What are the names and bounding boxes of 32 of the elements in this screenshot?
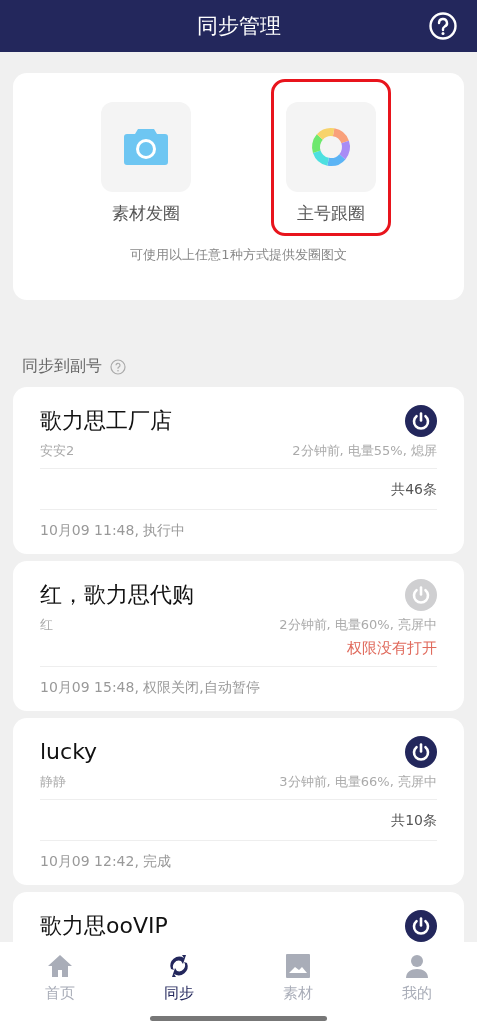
warning-text: 权限没有打开 — [347, 638, 437, 659]
aperture-icon — [310, 126, 353, 168]
section-title: 同步到副号 — [22, 356, 102, 377]
source-option[interactable]: 素材发圈 — [85, 79, 206, 236]
account-card[interactable]: 红，歌力思代购 红 2分钟前, 电量60%, 亮屏中 权限没有打开 10月09 15:48, 权限关闭,自动暂停 — [13, 561, 464, 711]
account-card[interactable]: 歌力思ooVIP — [13, 892, 464, 942]
hint-text: 可使用以上任意1种方式提供发圈图文 — [130, 246, 347, 264]
item-count: 共10条 — [391, 811, 437, 830]
owner-name: 静静 — [40, 773, 66, 791]
owner-name: 红 — [40, 616, 53, 634]
log-text: 10月09 11:48, 执行中 — [40, 521, 187, 540]
image-icon — [284, 952, 313, 980]
device-status: 2分钟前, 电量55%, 熄屏 — [292, 442, 437, 460]
log-text: 10月09 15:48, 权限关闭,自动暂停 — [40, 678, 261, 697]
item-count: 共46条 — [391, 480, 437, 499]
nav-tab[interactable]: 同步 — [119, 942, 239, 1012]
power-button[interactable] — [405, 910, 437, 942]
account-card[interactable]: 歌力思工厂店 安安2 2分钟前, 电量55%, 熄屏 共46条 10月09 11:48, 执行中 — [13, 387, 464, 554]
account-name: 歌力思工厂店 — [40, 407, 172, 435]
account-card[interactable]: lucky 静静 3分钟前, 电量66%, 亮屏中 共10条 10月09 12:42, 完成 — [13, 718, 464, 885]
log-text: 10月09 12:42, 完成 — [40, 852, 173, 871]
page-title: 同步管理 — [196, 13, 281, 40]
source-option[interactable]: 主号跟圈 — [271, 79, 392, 236]
owner-name: 安安2 — [40, 442, 75, 460]
device-status: 3分钟前, 电量66%, 亮屏中 — [279, 773, 437, 791]
device-status: 2分钟前, 电量60%, 亮屏中 — [279, 616, 437, 634]
account-name: lucky — [40, 738, 98, 766]
power-button[interactable] — [405, 736, 437, 768]
power-button[interactable] — [405, 405, 437, 437]
camera-icon — [122, 127, 169, 167]
account-name: 红，歌力思代购 — [40, 581, 194, 609]
account-name: 歌力思ooVIP — [40, 912, 168, 940]
